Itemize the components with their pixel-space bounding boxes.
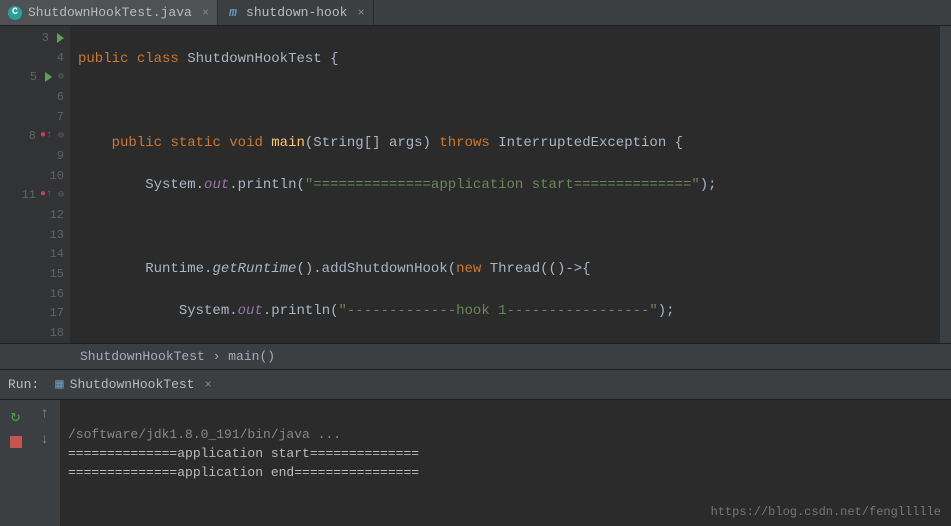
run-config-tab[interactable]: ▦ ShutdownHookTest × (49, 374, 217, 395)
maven-icon: m (226, 6, 240, 20)
line-number: 10 (44, 169, 64, 183)
fold-icon[interactable]: ⊖ (58, 130, 64, 142)
line-number: 6 (44, 90, 64, 104)
line-number: 16 (44, 287, 64, 301)
scroll-up-icon[interactable]: ↑ (40, 406, 48, 422)
run-config-icon: ▦ (55, 376, 63, 393)
close-icon[interactable]: × (357, 6, 364, 20)
console-command: /software/jdk1.8.0_191/bin/java ... (68, 427, 341, 442)
tab-shutdownhooktest-java[interactable]: C ShutdownHookTest.java × (0, 0, 218, 25)
line-number: 11 (16, 188, 36, 202)
fold-icon[interactable]: ⊖ (58, 189, 64, 201)
line-number: 9 (44, 149, 64, 163)
run-toolbar: ↻ ↑ ↓ (0, 400, 60, 526)
line-number: 7 (44, 110, 64, 124)
breadcrumb-class[interactable]: ShutdownHookTest (80, 349, 205, 364)
line-number: 4 (44, 51, 64, 65)
tab-shutdown-hook[interactable]: m shutdown-hook × (218, 0, 374, 25)
close-icon[interactable]: × (202, 6, 209, 20)
run-tool-window-header: Run: ▦ ShutdownHookTest × (0, 370, 951, 400)
editor-area: 3 4 5 ⊖ 6 7 8 ●↑ ⊖ 9 10 11 ●↑ ⊖ 12 13 14 15 1… (0, 26, 951, 343)
fold-icon[interactable]: ⊖ (58, 71, 64, 83)
stop-icon[interactable] (10, 436, 22, 448)
line-number: 17 (44, 306, 64, 320)
override-gutter-icon[interactable]: ●↑ (40, 189, 52, 201)
line-number: 15 (44, 267, 64, 281)
breadcrumb-method[interactable]: main() (228, 349, 275, 364)
line-number: 14 (44, 247, 64, 261)
close-icon[interactable]: × (204, 378, 211, 392)
line-number: 18 (44, 326, 64, 340)
console-line: ==============application start=========… (68, 446, 419, 461)
run-config-label: ShutdownHookTest (70, 377, 195, 392)
run-gutter-icon[interactable] (57, 33, 64, 43)
line-number: 13 (44, 228, 64, 242)
java-class-icon: C (8, 6, 22, 20)
run-panel-label: Run: (8, 377, 39, 392)
run-tool-window: ↻ ↑ ↓ /software/jdk1.8.0_191/bin/java ..… (0, 400, 951, 526)
run-gutter-icon[interactable] (45, 72, 52, 82)
editor-gutter[interactable]: 3 4 5 ⊖ 6 7 8 ●↑ ⊖ 9 10 11 ●↑ ⊖ 12 13 14 15 1… (0, 26, 70, 343)
code-editor[interactable]: public class ShutdownHookTest { public s… (70, 26, 939, 343)
rerun-icon[interactable]: ↻ (11, 406, 21, 426)
line-number: 5 (17, 70, 37, 84)
line-number: 3 (29, 31, 49, 45)
editor-scrollbar[interactable] (939, 26, 951, 343)
tab-label: ShutdownHookTest.java (28, 5, 192, 20)
editor-tabs: C ShutdownHookTest.java × m shutdown-hoo… (0, 0, 951, 26)
tab-label: shutdown-hook (246, 5, 347, 20)
override-gutter-icon[interactable]: ●↑ (40, 130, 52, 142)
console-line: ==============application end===========… (68, 465, 419, 480)
watermark-text: https://blog.csdn.net/fengllllle (711, 503, 941, 522)
line-number: 8 (16, 129, 36, 143)
console-output[interactable]: /software/jdk1.8.0_191/bin/java ... ====… (60, 400, 951, 526)
scroll-down-icon[interactable]: ↓ (40, 432, 48, 448)
breadcrumb[interactable]: ShutdownHookTest › main() (0, 343, 951, 370)
line-number: 12 (44, 208, 64, 222)
